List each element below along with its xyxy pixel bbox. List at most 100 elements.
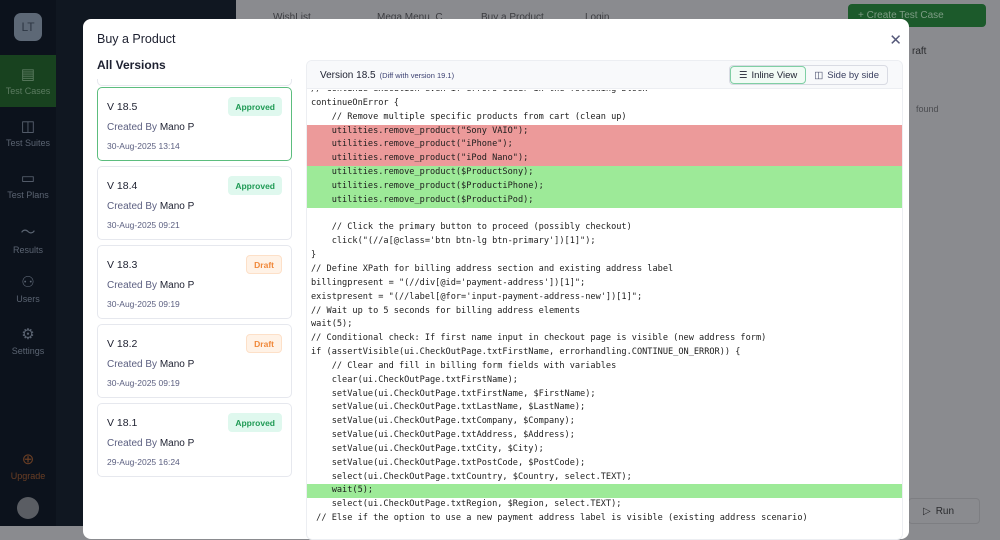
created-by-label: Created By: [107, 280, 158, 291]
label: Test Suites: [5, 138, 51, 148]
code-line: setValue(ui.CheckOutPage.txtPostCode, $P…: [311, 457, 586, 468]
code-line: // Continue execution even if errors occ…: [307, 90, 902, 97]
code-line: setValue(ui.CheckOutPage.txtAddress, $Ad…: [311, 430, 575, 441]
view-toggle: ☰ Inline View ◫ Side by side: [728, 65, 888, 85]
status-badge: Draft: [246, 255, 282, 274]
status-select[interactable]: raft: [912, 46, 926, 57]
code-line: if (assertVisible(ui.CheckOutPage.txtFir…: [311, 347, 741, 358]
removed-line: utilities.remove_product("iPhone");: [307, 138, 902, 153]
code-line: clear(ui.CheckOutPage.txtFirstName);: [311, 374, 518, 385]
version-card[interactable]: V 18.1 Approved Created By Mano P 29-Aug-20…: [97, 403, 292, 477]
inline-view-button[interactable]: ☰ Inline View: [729, 66, 807, 84]
created-by: Created By Mano P: [107, 280, 194, 291]
code-line: // Remove multiple specific products fro…: [311, 111, 627, 122]
gear-icon: ⚙: [21, 326, 35, 343]
upgrade-button[interactable]: ⊕ Upgrade: [0, 450, 56, 481]
label: Inline View: [751, 69, 798, 81]
version-label: Version 18.5: [320, 70, 376, 81]
diff-panel: Version 18.5 (Diff with version 19.1) ☰ In…: [306, 60, 903, 540]
sidebar-item-test-cases[interactable]: ▤ Test Cases: [0, 55, 56, 107]
added-line: utilities.remove_product($ProductiPod);: [307, 193, 902, 208]
code-line: existpresent = "(//label[@for='input-pay…: [311, 291, 643, 302]
author: Mano P: [159, 122, 195, 133]
label: Test Plans: [7, 190, 49, 200]
created-by: Created By Mano P: [107, 201, 194, 212]
code-line: select(ui.CheckOutPage.txtRegion, $Regio…: [311, 499, 622, 510]
close-icon[interactable]: ✕: [889, 31, 902, 49]
upgrade-icon: ⊕: [21, 451, 35, 468]
sidebar-item-results[interactable]: 〜 Results: [0, 221, 56, 255]
added-line: wait(5);: [307, 484, 902, 499]
removed-line: utilities.remove_product("Sony VAIO");: [307, 124, 902, 139]
side-by-side-button[interactable]: ◫ Side by side: [806, 66, 887, 84]
code-line: click("(//a[@class='btn btn-lg btn-prima…: [311, 236, 596, 247]
calendar-icon: ▭: [20, 170, 36, 187]
code-line: // Else if the option to use a new payme…: [311, 513, 808, 524]
code-line: }: [311, 250, 317, 261]
columns-icon: ◫: [814, 69, 824, 81]
sidebar-item-test-suites[interactable]: ◫ Test Suites: [0, 117, 56, 148]
code-line: // Wait up to 5 seconds for billing addr…: [311, 305, 581, 316]
empty-text: found: [916, 104, 939, 114]
version-date: 30-Aug-2025 09:19: [107, 378, 180, 388]
users-icon: ⚇: [21, 274, 35, 291]
created-by-label: Created By: [107, 438, 158, 449]
version-number: V 18.1: [107, 417, 138, 429]
status-badge: Approved: [228, 97, 282, 116]
label: Users: [16, 294, 40, 304]
version-card[interactable]: V 18.3 Draft Created By Mano P 30-Aug-2025 …: [97, 245, 292, 319]
sidebar-item-test-plans[interactable]: ▭ Test Plans: [0, 169, 56, 200]
label: Run: [935, 505, 955, 517]
created-by-label: Created By: [107, 122, 158, 133]
label: Side by side: [827, 69, 879, 81]
added-line: utilities.remove_product($ProductSony);: [307, 166, 902, 180]
code-line: setValue(ui.CheckOutPage.txtCompany, $Co…: [311, 416, 575, 427]
code-line: wait(5);: [311, 319, 353, 330]
status-badge: Draft: [246, 334, 282, 353]
sidebar-item-users[interactable]: ⚇ Users: [0, 273, 56, 304]
version-card[interactable]: Created By Mano P30-Aug-2025 15:32: [97, 79, 292, 86]
code-line: setValue(ui.CheckOutPage.txtLastName, $L…: [311, 402, 586, 413]
run-button[interactable]: ▷ Run: [908, 498, 980, 524]
version-date: 29-Aug-2025 16:24: [107, 457, 180, 467]
versions-title: All Versions: [97, 58, 166, 72]
label: Results: [12, 245, 43, 255]
code-line: // Clear and fill in billing form fields…: [311, 360, 617, 371]
sidebar-item-settings[interactable]: ⚙ Settings: [0, 325, 56, 356]
version-number: V 18.5: [107, 101, 138, 113]
code-diff[interactable]: // Continue execution even if errors occ…: [307, 90, 902, 539]
chart-icon: 〜: [20, 224, 36, 241]
status-badge: Approved: [228, 176, 282, 195]
version-date: 30-Aug-2025 09:19: [107, 299, 180, 309]
version-list[interactable]: Created By Mano P30-Aug-2025 15:32V 18.5…: [97, 79, 293, 539]
version-date: 30-Aug-2025 13:14: [107, 141, 180, 151]
code-line: select(ui.CheckOutPage.txtCountry, $Coun…: [311, 471, 632, 482]
author: Mano P: [159, 438, 195, 449]
diff-header: Version 18.5 (Diff with version 19.1) ☰ In…: [307, 61, 902, 89]
version-card[interactable]: V 18.5 Approved Created By Mano P 30-Aug-20…: [97, 87, 292, 161]
bag-icon: ◫: [20, 118, 36, 135]
created-by-label: Created By: [107, 359, 158, 370]
author: Mano P: [159, 201, 195, 212]
code-line: setValue(ui.CheckOutPage.txtCity, $City)…: [311, 443, 544, 454]
user-avatar[interactable]: [17, 497, 39, 519]
code-line: billingpresent = "(//div[@id='payment-ad…: [311, 277, 586, 288]
removed-line: utilities.remove_product("iPod Nano");: [307, 152, 902, 167]
version-history-modal: Buy a Product ✕ All Versions Created By …: [83, 19, 909, 540]
code-line: // Click the primary button to proceed (…: [311, 222, 632, 233]
version-card[interactable]: V 18.2 Draft Created By Mano P 30-Aug-2025 …: [97, 324, 292, 398]
version-number: V 18.3: [107, 259, 138, 271]
code-line: // Conditional check: If first name inpu…: [311, 333, 767, 344]
sidebar: LT ▤ Test Cases ◫ Test Suites ▭ Test Plans …: [0, 0, 56, 526]
created-by: Created By Mano P: [107, 359, 194, 370]
version-date: 30-Aug-2025 09:21: [107, 220, 180, 230]
created-by: Created By Mano P: [107, 122, 194, 133]
version-number: V 18.4: [107, 180, 138, 192]
version-card[interactable]: V 18.4 Approved Created By Mano P 30-Aug-20…: [97, 166, 292, 240]
status-badge: Approved: [228, 413, 282, 432]
diff-label: (Diff with version 19.1): [379, 71, 455, 80]
code-line: // Define XPath for billing address sect…: [311, 263, 674, 274]
code-line: setValue(ui.CheckOutPage.txtFirstName, $…: [311, 388, 596, 399]
workspace-avatar[interactable]: LT: [14, 13, 42, 41]
